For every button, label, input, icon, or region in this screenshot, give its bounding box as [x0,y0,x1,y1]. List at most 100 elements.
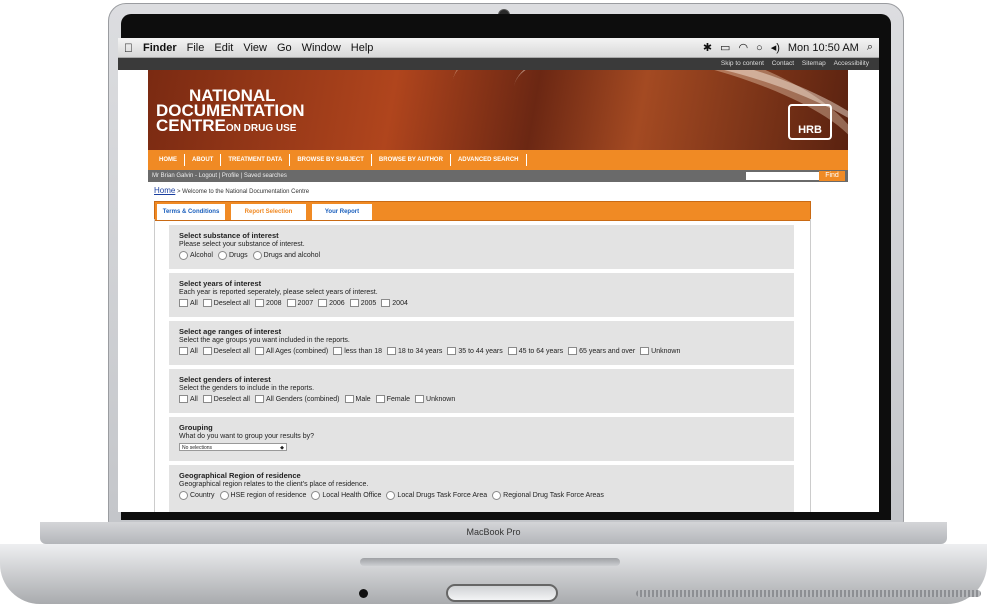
select-arrows-icon: ◆ [280,445,284,451]
nav-home[interactable]: HOME [152,154,185,166]
screen:  Finder File Edit View Go Window Help ✱… [118,38,879,512]
report-tabs: Terms & Conditions Report Selection Your… [154,201,811,221]
radio-local-drugs-task-force[interactable]: Local Drugs Task Force Area [386,491,487,500]
section-description: Geographical region relates to the clien… [179,481,369,488]
breadcrumb: Home > Welcome to the National Documenta… [154,186,309,195]
section-description: Each year is reported seperately, please… [179,289,378,296]
radio-regional-drug-task-force[interactable]: Regional Drug Task Force Areas [492,491,604,500]
checkbox-year-2008[interactable]: 2008 [254,299,282,307]
menu-go[interactable]: Go [277,42,292,54]
checkbox-age-65-plus[interactable]: 65 years and over [568,347,635,355]
website: Skip to content Contact Sitemap Accessib… [118,58,879,512]
tab-terms-conditions[interactable]: Terms & Conditions [157,204,225,220]
section-ages: Select age ranges of interest Select the… [169,321,794,365]
radio-alcohol[interactable]: Alcohol [179,251,213,260]
radio-hse-region[interactable]: HSE region of residence [219,491,306,500]
laptop-base: MacBook Pro [0,522,987,607]
bluetooth-icon[interactable]: ✱ [703,41,712,54]
radio-drugs[interactable]: Drugs [217,251,248,260]
link-sitemap[interactable]: Sitemap [802,60,826,67]
menu-view[interactable]: View [243,42,267,54]
device-brand: MacBook Pro [466,527,521,537]
checkbox-age-unknown[interactable]: Unknown [640,347,680,355]
checkbox-ages-deselect-all[interactable]: Deselect all [202,347,250,355]
nav-treatment-data[interactable]: TREATMENT DATA [221,154,291,166]
sleep-light-icon [359,589,368,598]
logo-line-3: CENTRE [156,116,226,135]
breadcrumb-home-link[interactable]: Home [154,186,175,195]
tab-your-report[interactable]: Your Report [312,204,372,220]
clock[interactable]: Mon 10:50 AM [788,42,859,54]
spotlight-icon[interactable]: ⌕ [867,41,873,54]
section-genders: Select genders of interest Select the ge… [169,369,794,413]
menu-file[interactable]: File [187,42,205,54]
checkbox-all-ages-combined[interactable]: All Ages (combined) [254,347,328,355]
checkbox-years-all[interactable]: All [179,299,198,307]
section-heading: Geographical Region of residence [179,471,301,480]
section-heading: Select years of interest [179,279,262,288]
checkbox-genders-all[interactable]: All [179,395,198,403]
checkbox-ages-all[interactable]: All [179,347,198,355]
timemachine-icon[interactable]: ○ [756,42,763,54]
menu-edit[interactable]: Edit [214,42,233,54]
speaker-grille [636,590,981,597]
checkbox-year-2005[interactable]: 2005 [349,299,376,307]
link-skip-to-content[interactable]: Skip to content [721,60,764,67]
apple-icon[interactable]:  [124,41,133,55]
site-banner: NATIONAL DOCUMENTATION CENTREON DRUG USE… [148,70,848,150]
nav-browse-by-subject[interactable]: BROWSE BY SUBJECT [290,154,372,166]
main-nav: HOME ABOUT TREATMENT DATA BROWSE BY SUBJ… [148,150,848,170]
find-button[interactable]: Find [819,171,845,181]
radio-local-health-office[interactable]: Local Health Office [311,491,381,500]
nav-advanced-search[interactable]: ADVANCED SEARCH [451,154,527,166]
checkbox-age-45-64[interactable]: 45 to 64 years [507,347,563,355]
checkbox-age-under-18[interactable]: less than 18 [333,347,382,355]
link-contact[interactable]: Contact [772,60,794,67]
section-heading: Select age ranges of interest [179,327,282,336]
laptop-front [0,544,987,604]
checkbox-all-genders-combined[interactable]: All Genders (combined) [254,395,340,403]
section-substance: Select substance of interest Please sele… [169,225,794,269]
site-logo[interactable]: NATIONAL DOCUMENTATION CENTREON DRUG USE [156,87,305,136]
radio-country[interactable]: Country [179,491,215,500]
nav-browse-by-author[interactable]: BROWSE BY AUTHOR [372,154,451,166]
checkbox-year-2006[interactable]: 2006 [318,299,345,307]
section-description: Select the genders to include in the rep… [179,385,315,392]
tab-report-selection[interactable]: Report Selection [231,204,306,220]
checkbox-gender-female[interactable]: Female [375,395,410,403]
battery-icon[interactable]: ▭ [720,41,730,54]
checkbox-age-18-34[interactable]: 18 to 34 years [386,347,442,355]
hrb-logo[interactable]: HRB [788,104,832,140]
wifi-icon[interactable]: ◠ [738,41,748,54]
volume-icon[interactable]: ◂) [771,41,780,54]
checkbox-gender-male[interactable]: Male [344,395,371,403]
checkbox-genders-deselect-all[interactable]: Deselect all [202,395,250,403]
checkbox-gender-unknown[interactable]: Unknown [415,395,455,403]
logo-line-3-small: ON DRUG USE [225,123,297,134]
link-accessibility[interactable]: Accessibility [834,60,869,67]
user-links[interactable]: Mr Brian Galvin - Logout | Profile | Sav… [152,173,287,179]
section-description: What do you want to group your results b… [179,433,315,440]
grouping-select[interactable]: No selections ◆ [179,443,287,451]
section-years: Select years of interest Each year is re… [169,273,794,317]
user-bar: Mr Brian Galvin - Logout | Profile | Sav… [148,170,848,182]
checkbox-year-2007[interactable]: 2007 [286,299,313,307]
section-heading: Grouping [179,423,213,432]
lid-latch [446,584,558,602]
section-heading: Select substance of interest [179,231,279,240]
menu-window[interactable]: Window [302,42,341,54]
radio-drugs-and-alcohol[interactable]: Drugs and alcohol [252,251,320,260]
report-selection-panel: Select substance of interest Please sele… [154,219,811,512]
laptop-hinge [360,558,620,566]
utility-links: Skip to content Contact Sitemap Accessib… [118,58,879,70]
menu-help[interactable]: Help [351,42,374,54]
checkbox-year-2004[interactable]: 2004 [381,299,408,307]
checkbox-years-deselect-all[interactable]: Deselect all [202,299,250,307]
menu-finder[interactable]: Finder [143,42,177,54]
breadcrumb-current: > Welcome to the National Documentation … [175,189,310,195]
nav-about[interactable]: ABOUT [185,154,222,166]
search-input[interactable] [746,172,824,180]
section-heading: Select genders of interest [179,375,271,384]
checkbox-age-35-44[interactable]: 35 to 44 years [447,347,503,355]
section-grouping: Grouping What do you want to group your … [169,417,794,461]
